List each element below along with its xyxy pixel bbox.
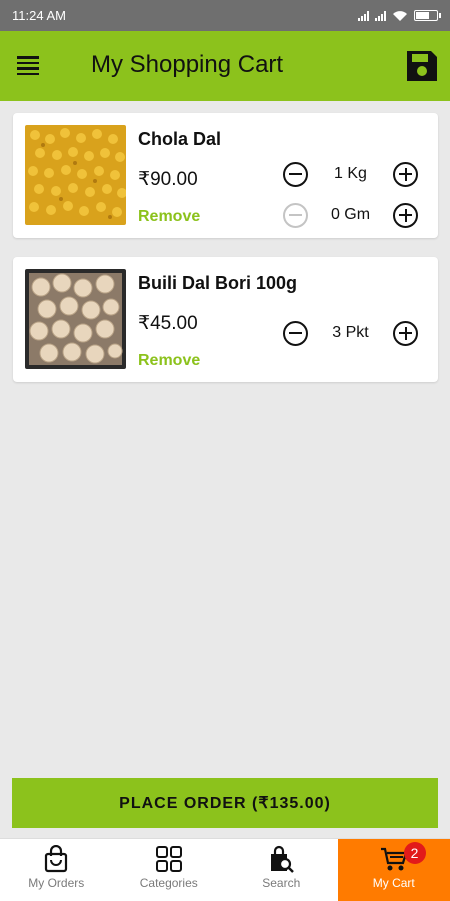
product-name: Buili Dal Bori 100g bbox=[138, 273, 297, 294]
nav-item-search[interactable]: Search bbox=[225, 839, 338, 901]
quantity-value: 3 Pkt bbox=[308, 324, 393, 342]
status-icons bbox=[358, 10, 438, 22]
nav-label: My Cart bbox=[373, 876, 415, 890]
remove-button[interactable]: Remove bbox=[138, 352, 200, 370]
cart-count-badge: 2 bbox=[404, 842, 426, 864]
product-price: ₹45.00 bbox=[138, 312, 198, 335]
shopping-bag-icon bbox=[43, 845, 69, 873]
product-price: ₹90.00 bbox=[138, 168, 198, 191]
minus-icon[interactable] bbox=[283, 162, 308, 187]
nav-label: My Orders bbox=[28, 876, 84, 890]
bottom-nav: My Orders Categories Search My Cart 2 bbox=[0, 838, 450, 901]
search-bag-icon bbox=[267, 845, 295, 873]
status-bar: 11:24 AM bbox=[0, 0, 450, 31]
battery-icon bbox=[414, 10, 438, 21]
quantity-stepper: 3 Pkt bbox=[283, 318, 418, 348]
cart-item: Chola Dal ₹90.00 Remove 1 Kg 0 Gm bbox=[13, 113, 438, 238]
wifi-icon bbox=[392, 10, 408, 22]
menu-icon[interactable] bbox=[17, 56, 39, 74]
cart-item: Buili Dal Bori 100g ₹45.00 Remove 3 Pkt bbox=[13, 257, 438, 382]
save-icon[interactable] bbox=[404, 48, 440, 84]
nav-item-my-cart[interactable]: My Cart 2 bbox=[338, 839, 450, 901]
minus-icon[interactable] bbox=[283, 321, 308, 346]
plus-icon[interactable] bbox=[393, 321, 418, 346]
nav-item-categories[interactable]: Categories bbox=[113, 839, 226, 901]
signal-icon bbox=[358, 11, 369, 21]
quantity-value: 0 Gm bbox=[308, 206, 393, 224]
signal-icon bbox=[375, 11, 386, 21]
status-time: 11:24 AM bbox=[12, 8, 66, 23]
quantity-stepper: 0 Gm bbox=[283, 200, 418, 230]
plus-icon[interactable] bbox=[393, 162, 418, 187]
place-order-button[interactable]: PLACE ORDER (₹135.00) bbox=[12, 778, 438, 828]
nav-item-my-orders[interactable]: My Orders bbox=[0, 839, 113, 901]
quantity-stepper: 1 Kg bbox=[283, 159, 418, 189]
product-name: Chola Dal bbox=[138, 129, 221, 150]
page-title: My Shopping Cart bbox=[91, 51, 283, 79]
nav-label: Categories bbox=[140, 876, 198, 890]
nav-label: Search bbox=[262, 876, 300, 890]
product-image-chola-dal bbox=[25, 125, 126, 225]
remove-button[interactable]: Remove bbox=[138, 208, 200, 226]
quantity-value: 1 Kg bbox=[308, 165, 393, 183]
minus-icon bbox=[283, 203, 308, 228]
product-image-buili-dal-bori bbox=[25, 269, 126, 369]
app-bar: My Shopping Cart bbox=[0, 31, 450, 101]
plus-icon[interactable] bbox=[393, 203, 418, 228]
grid-icon bbox=[155, 845, 183, 873]
